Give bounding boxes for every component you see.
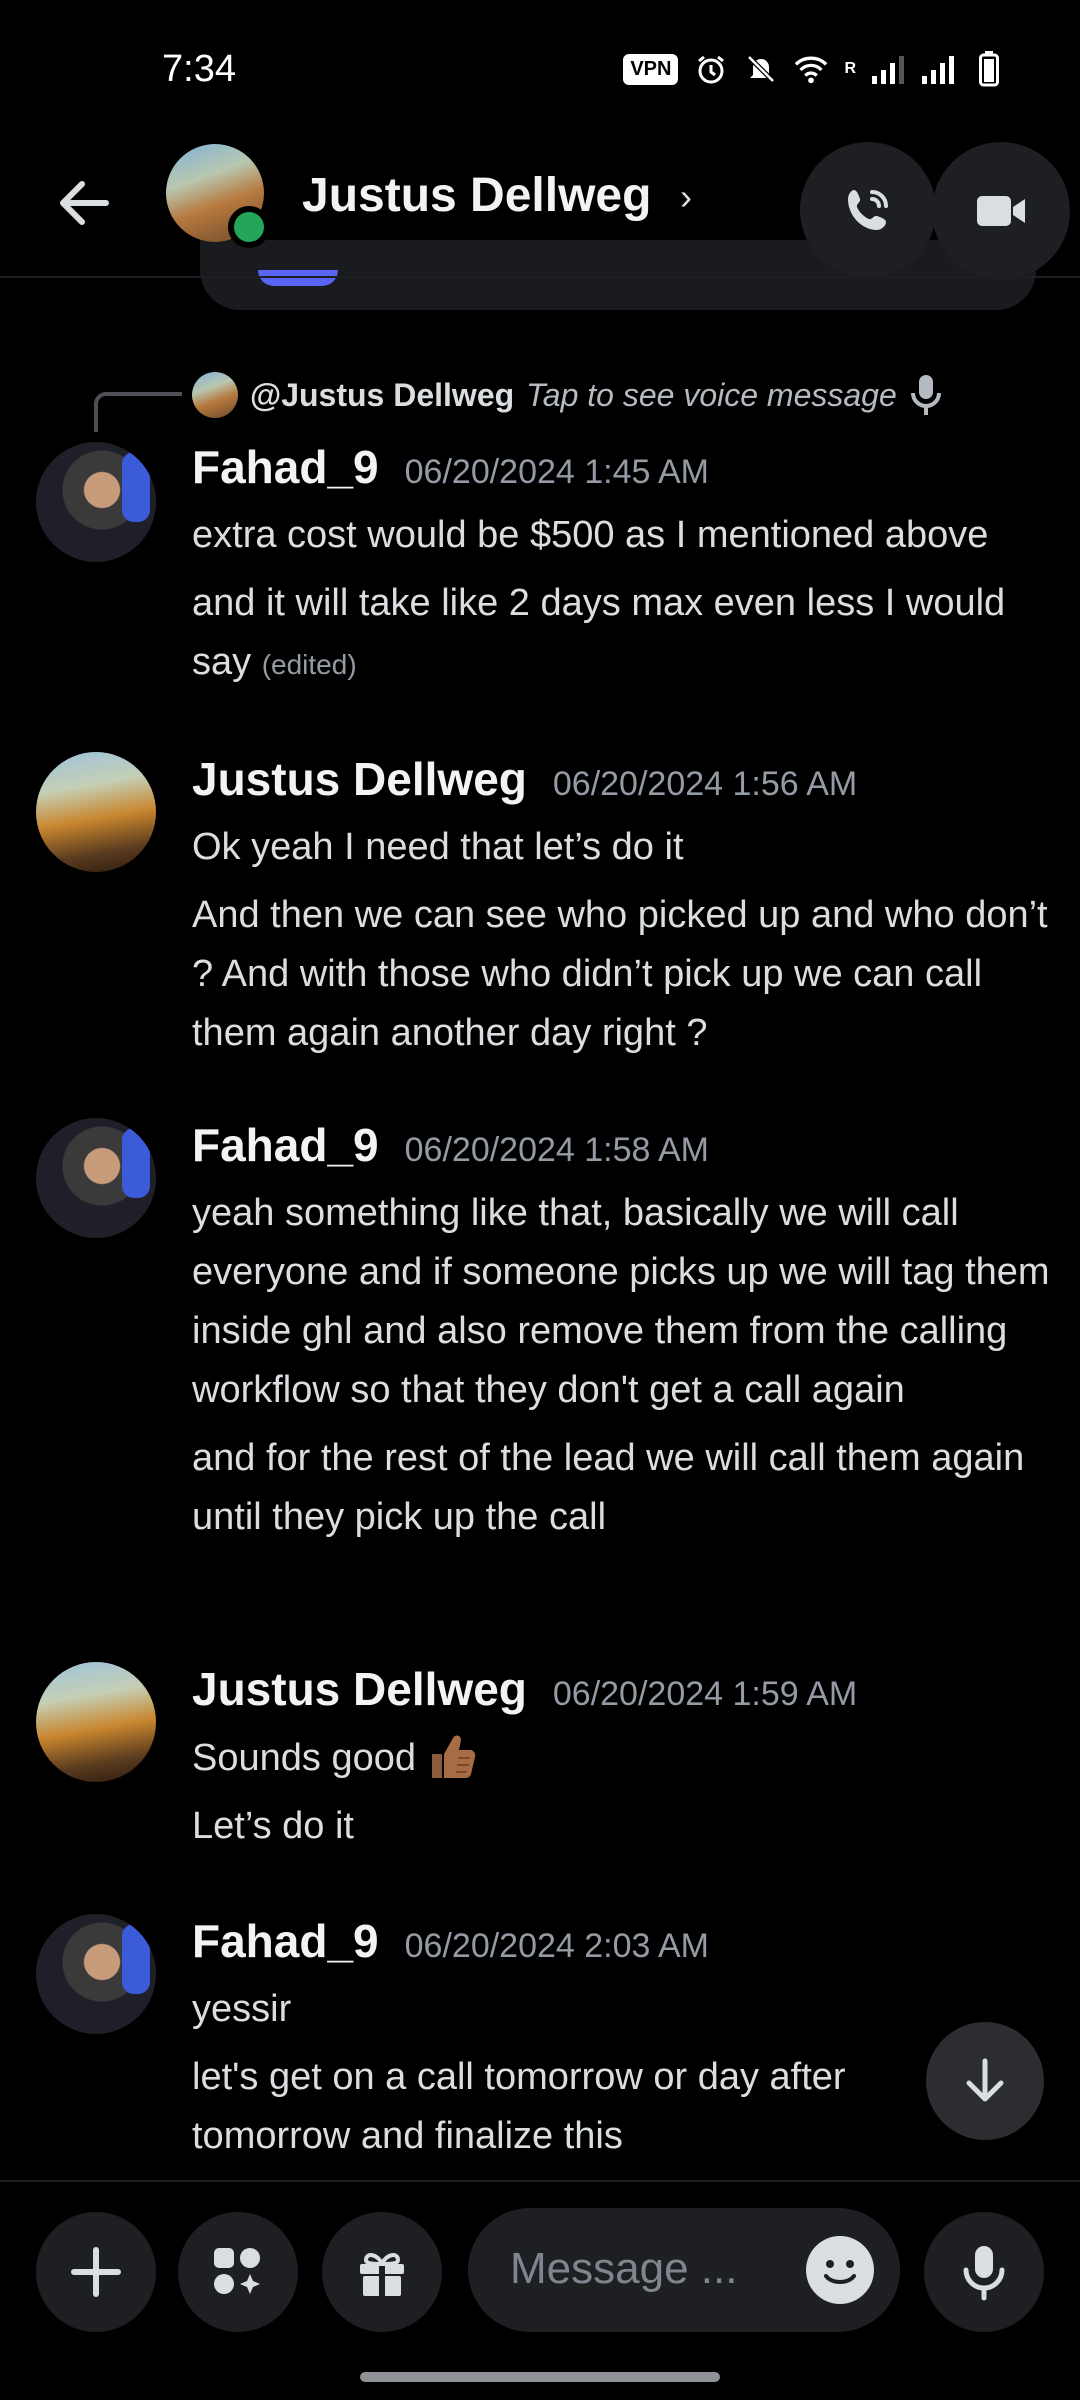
alarm-icon [694, 52, 728, 86]
message-line: Let’s do it [192, 1805, 354, 1847]
status-time: 7:34 [162, 48, 236, 90]
mute-bell-icon [744, 52, 778, 86]
timestamp: 06/20/2024 1:56 AM [552, 765, 858, 803]
message-content: Ok yeah I need that let’s do it And then… [192, 818, 1072, 1063]
voice-call-button[interactable] [800, 142, 936, 278]
message-input-container [468, 2208, 900, 2332]
video-call-button[interactable] [932, 142, 1070, 280]
back-arrow-icon [60, 181, 109, 225]
gift-icon [360, 2253, 404, 2296]
message-composer [0, 2180, 1080, 2362]
thumbs-up-emoji [424, 1728, 480, 1784]
phone-call-icon [848, 190, 888, 230]
message-content: extra cost would be $500 as I mentioned … [192, 506, 1072, 694]
username[interactable]: Justus Dellweg [192, 752, 527, 806]
back-button[interactable] [50, 168, 120, 238]
chevron-right-icon[interactable]: › [680, 176, 692, 218]
message-header: Fahad_9 06/20/2024 2:03 AM [192, 1914, 709, 1968]
chat-header: Justus Dellweg › [0, 140, 1080, 280]
online-status-indicator [228, 206, 270, 248]
add-attachment-button[interactable] [36, 2212, 156, 2332]
avatar[interactable] [36, 1662, 156, 1782]
message-header: Fahad_9 06/20/2024 1:45 AM [192, 440, 709, 494]
message-content: yessir let's get on a call tomorrow or d… [192, 1980, 912, 2166]
reply-username: @Justus Dellweg [250, 376, 515, 413]
username[interactable]: Fahad_9 [192, 1118, 379, 1172]
voice-message-button[interactable] [924, 2212, 1044, 2332]
microphone-icon [963, 2246, 1005, 2301]
timestamp: 06/20/2024 1:45 AM [404, 453, 709, 491]
message-header: Justus Dellweg 06/20/2024 1:59 AM [192, 1662, 857, 1716]
message-line: and for the rest of the lead we will cal… [192, 1437, 1025, 1538]
plus-icon [71, 2247, 121, 2297]
reply-avatar [192, 372, 238, 418]
message-header: Justus Dellweg 06/20/2024 1:56 AM [192, 752, 857, 806]
message-content: Sounds good Let’s do it [192, 1728, 1072, 1856]
message-line: Sounds good [192, 1728, 1072, 1788]
avatar[interactable] [36, 1914, 156, 2034]
header-divider [0, 276, 1080, 278]
arrow-down-icon [966, 2058, 1004, 2102]
timestamp: 06/20/2024 1:59 AM [552, 1675, 858, 1713]
edited-label: (edited) [261, 649, 357, 680]
message-line: Ok yeah I need that let’s do it [192, 826, 684, 868]
avatar[interactable] [36, 1118, 156, 1238]
avatar[interactable] [36, 752, 156, 872]
apps-icon [214, 2248, 260, 2294]
home-indicator[interactable] [360, 2372, 720, 2382]
apps-button[interactable] [178, 2212, 298, 2332]
status-bar: 7:34 VPN R [0, 0, 1080, 140]
status-icons: VPN R [623, 51, 1006, 87]
wifi-icon [794, 52, 828, 86]
message-input[interactable] [508, 2238, 802, 2300]
emoji-button[interactable] [806, 2236, 874, 2304]
message-content: yeah something like that, basically we w… [192, 1184, 1072, 1547]
username[interactable]: Fahad_9 [192, 1914, 379, 1968]
reply-reference[interactable]: @Justus Dellweg Tap to see voice message [192, 372, 943, 418]
jump-to-latest-button[interactable] [926, 2022, 1044, 2140]
signal-icon-1 [872, 52, 906, 86]
avatar[interactable] [36, 442, 156, 562]
video-camera-icon [977, 196, 1025, 226]
message-line: yessir [192, 1988, 292, 2030]
network-badge: R [844, 60, 856, 77]
message-header: Fahad_9 06/20/2024 1:58 AM [192, 1118, 709, 1172]
message-line: extra cost would be $500 as I mentioned … [192, 514, 989, 556]
message-text: Sounds good [192, 1737, 416, 1779]
username[interactable]: Justus Dellweg [192, 1662, 527, 1716]
contact-name[interactable]: Justus Dellweg [302, 168, 651, 223]
timestamp: 06/20/2024 1:58 AM [404, 1131, 709, 1169]
emoji-icon [824, 2260, 856, 2284]
reply-connector [94, 392, 182, 432]
vpn-badge: VPN [623, 53, 679, 85]
signal-icon-2 [922, 52, 956, 86]
reply-text: Tap to see voice message [526, 376, 897, 413]
message-line: And then we can see who picked up and wh… [192, 894, 1048, 1054]
battery-icon [972, 51, 1006, 87]
contact-avatar[interactable] [166, 144, 270, 248]
message-line: let's get on a call tomorrow or day afte… [192, 2056, 846, 2157]
username[interactable]: Fahad_9 [192, 440, 379, 494]
message-line: yeah something like that, basically we w… [192, 1192, 1050, 1411]
message-line: and it will take like 2 days max even le… [192, 574, 1072, 694]
microphone-icon [910, 375, 941, 415]
gift-button[interactable] [322, 2212, 442, 2332]
timestamp: 06/20/2024 2:03 AM [404, 1927, 709, 1965]
